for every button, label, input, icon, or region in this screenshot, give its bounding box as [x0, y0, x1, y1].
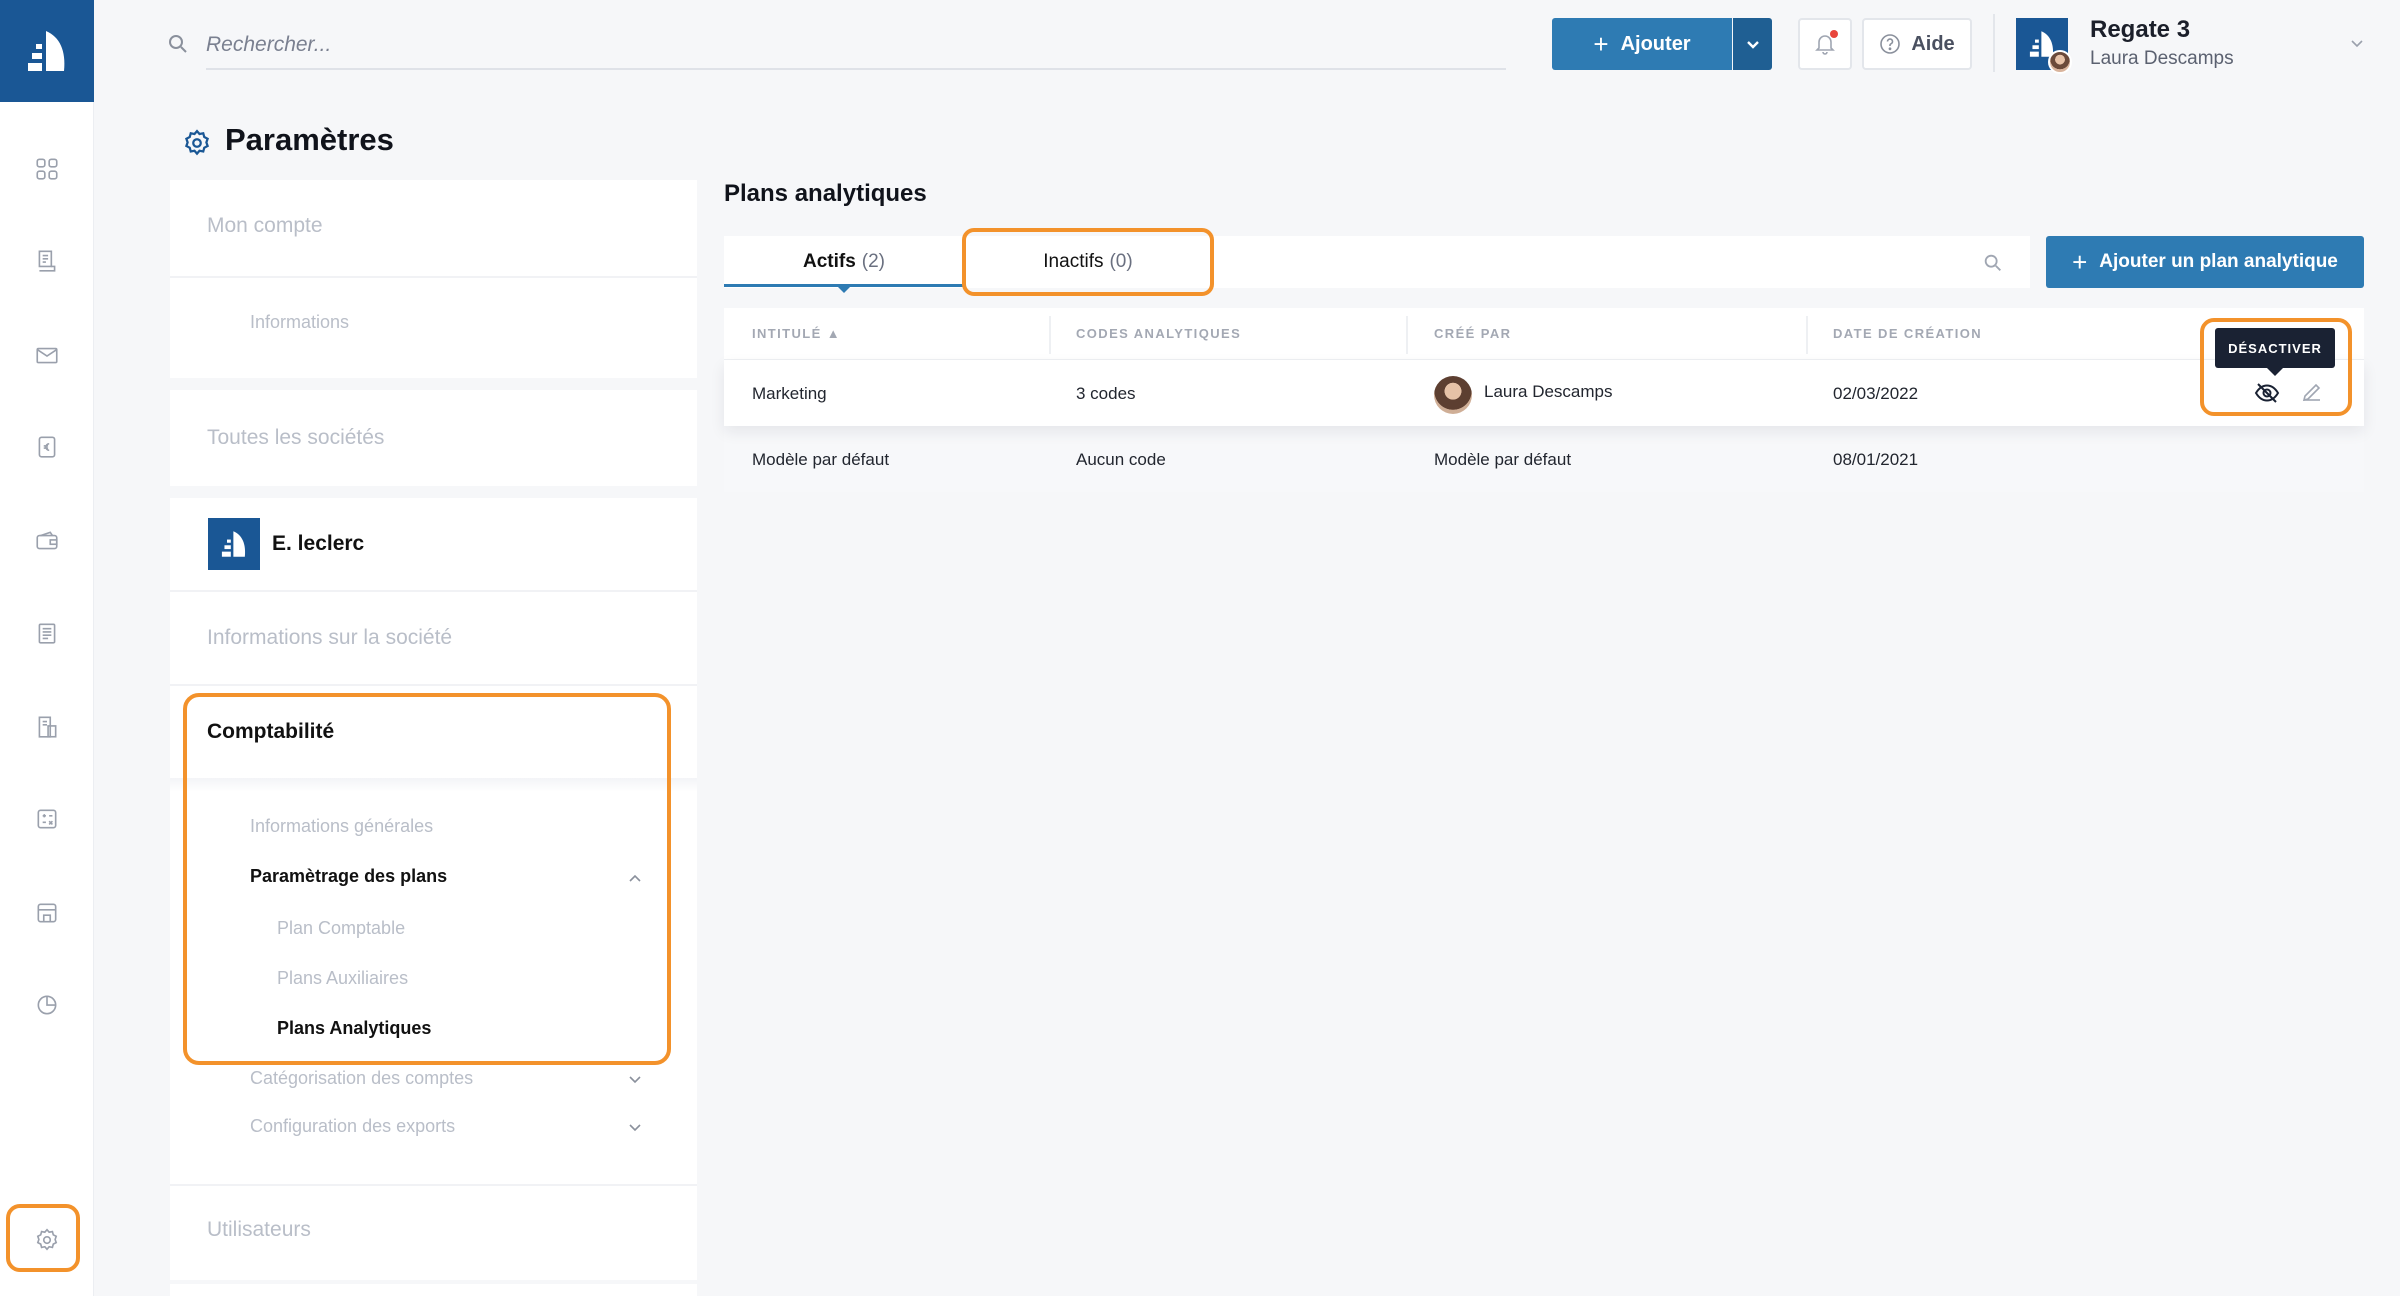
- help-circle-icon: [1880, 34, 1901, 54]
- dashboard-icon[interactable]: [26, 148, 68, 190]
- nav-divider: [170, 684, 697, 686]
- settings-gear-icon: [184, 129, 210, 156]
- chevron-down-icon[interactable]: [626, 1118, 644, 1136]
- notification-dot: [1830, 30, 1838, 38]
- plus-icon: +: [2072, 247, 2088, 277]
- euro-document-icon[interactable]: [26, 426, 68, 468]
- nav-utilisateurs[interactable]: Utilisateurs: [207, 1218, 311, 1242]
- tabs-bar: Actifs (2) Inactifs (0): [724, 236, 2030, 293]
- nav-card-next: [170, 1284, 697, 1296]
- search-icon[interactable]: [1982, 252, 2004, 274]
- add-button-label: Ajouter: [1620, 32, 1691, 55]
- col-separator: [1806, 316, 1808, 354]
- highlight-ring-settings: [6, 1204, 80, 1272]
- global-search-input[interactable]: [206, 22, 1506, 70]
- nav-card-toutes-societes: Toutes les sociétés: [170, 390, 697, 486]
- tab-count: (2): [861, 251, 886, 272]
- mail-icon[interactable]: [26, 334, 68, 376]
- add-button[interactable]: + Ajouter: [1552, 18, 1732, 70]
- highlight-ring-inactifs: [962, 228, 1214, 296]
- pie-chart-icon[interactable]: [26, 984, 68, 1026]
- highlight-ring-actions: [2200, 318, 2352, 416]
- col-separator: [1049, 316, 1051, 354]
- add-plan-button[interactable]: + Ajouter un plan analytique: [2046, 236, 2364, 288]
- wallet-icon[interactable]: [26, 520, 68, 562]
- header-divider: [1993, 14, 1995, 72]
- building-document-icon[interactable]: [26, 706, 68, 748]
- help-button[interactable]: Aide: [1862, 18, 1972, 70]
- nav-divider: [170, 276, 697, 278]
- col-date[interactable]: DATE DE CRÉATION: [1833, 326, 1982, 341]
- nav-configuration-exports[interactable]: Configuration des exports: [250, 1116, 455, 1137]
- nav-informations[interactable]: Informations: [250, 312, 349, 333]
- app-logo[interactable]: [0, 0, 94, 102]
- table-row[interactable]: Modèle par défaut Aucun code Modèle par …: [724, 426, 2364, 492]
- search-icon: [169, 35, 187, 53]
- col-cree-par[interactable]: CRÉÉ PAR: [1434, 326, 1511, 341]
- tab-active-caret: [837, 286, 851, 293]
- societe-name: E. leclerc: [272, 532, 365, 555]
- regate-logo-icon: [28, 31, 65, 71]
- regate-logo-icon: [221, 531, 246, 557]
- tab-label: Actifs: [802, 251, 856, 272]
- nav-infos-societe[interactable]: Informations sur la société: [207, 626, 452, 650]
- col-separator: [1406, 316, 1408, 354]
- cell-codes: 3 codes: [1076, 384, 1136, 403]
- cell-cree-par: Modèle par défaut: [1434, 450, 1572, 469]
- nav-toutes-societes[interactable]: Toutes les sociétés: [207, 426, 384, 450]
- invoice-icon[interactable]: [26, 240, 68, 282]
- table-row[interactable]: Marketing 3 codes Laura Descamps 02/03/2…: [724, 360, 2364, 426]
- chevron-down-icon[interactable]: [626, 1070, 644, 1088]
- cell-cree-par: Laura Descamps: [1484, 382, 1613, 401]
- ledger-icon[interactable]: [26, 612, 68, 654]
- creator-avatar: [1434, 376, 1472, 414]
- cell-date: 02/03/2022: [1833, 384, 1919, 403]
- col-intitule[interactable]: INTITULÉ ▲: [752, 326, 841, 341]
- plans-table: INTITULÉ ▲ CODES ANALYTIQUES CRÉÉ PAR DA…: [724, 308, 2364, 492]
- nav-categorisation[interactable]: Catégorisation des comptes: [250, 1068, 473, 1089]
- table-header: INTITULÉ ▲ CODES ANALYTIQUES CRÉÉ PAR DA…: [724, 308, 2364, 360]
- chevron-down-icon: [1746, 41, 1759, 49]
- nav-card-mon-compte: Mon compte Informations: [170, 180, 697, 378]
- left-rail: [0, 0, 94, 1296]
- nav-divider: [170, 590, 697, 592]
- societe-logo: [208, 518, 260, 570]
- add-dropdown-button[interactable]: [1733, 18, 1772, 70]
- user-avatar: [2048, 50, 2072, 74]
- col-codes[interactable]: CODES ANALYTIQUES: [1076, 326, 1241, 341]
- section-title: Plans analytiques: [724, 180, 927, 207]
- chevron-down-icon[interactable]: [2346, 32, 2368, 54]
- bank-icon[interactable]: [26, 892, 68, 934]
- cell-date: 08/01/2021: [1833, 450, 1919, 469]
- current-user-name[interactable]: Laura Descamps: [2090, 48, 2234, 70]
- notifications-button[interactable]: [1798, 18, 1852, 70]
- cell-intitule: Marketing: [752, 384, 827, 403]
- plus-icon: +: [1593, 29, 1609, 59]
- page-title: Paramètres: [225, 122, 394, 157]
- nav-mon-compte[interactable]: Mon compte: [207, 214, 323, 238]
- highlight-ring-comptabilite: [183, 693, 671, 1065]
- cell-codes: Aucun code: [1076, 450, 1166, 469]
- cell-intitule: Modèle par défaut: [752, 450, 890, 469]
- add-plan-label: Ajouter un plan analytique: [2099, 251, 2338, 272]
- help-label: Aide: [1911, 32, 1955, 55]
- tab-actifs[interactable]: Actifs (2): [724, 236, 964, 288]
- company-name[interactable]: Regate 3: [2090, 16, 2190, 44]
- nav-card-utilisateurs: Utilisateurs: [170, 1184, 697, 1280]
- calculator-icon[interactable]: [26, 798, 68, 840]
